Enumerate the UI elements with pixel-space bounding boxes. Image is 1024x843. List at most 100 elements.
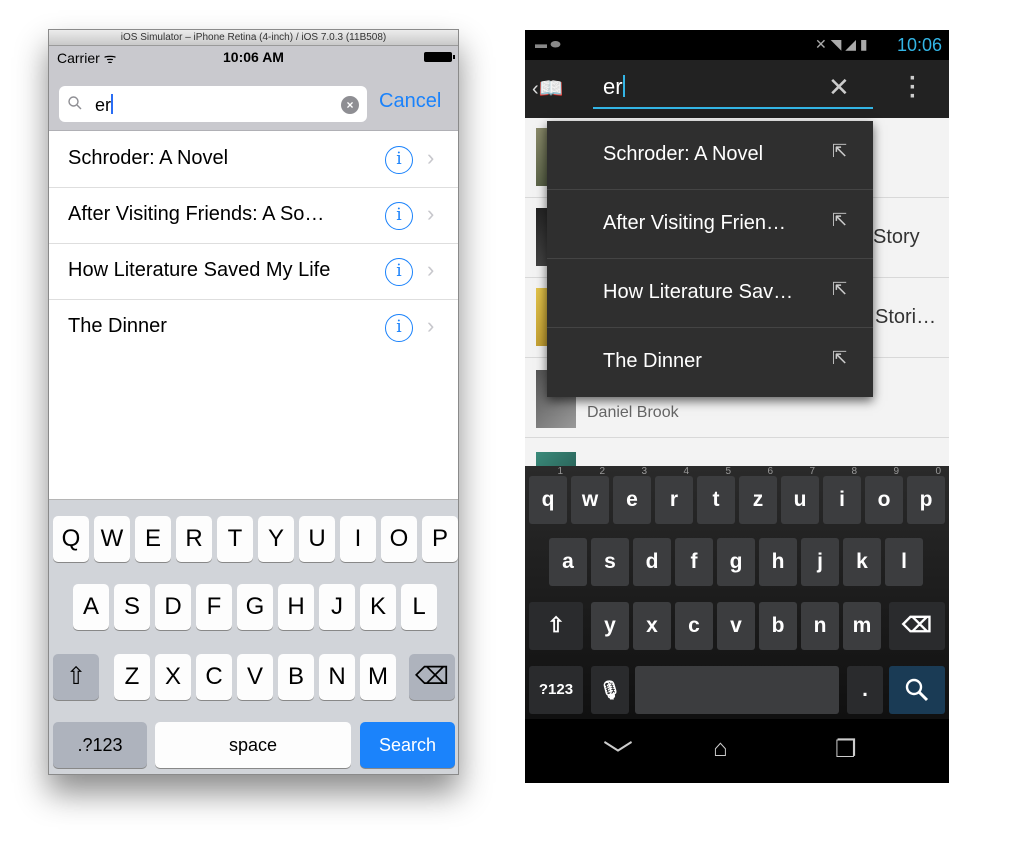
key[interactable]: T bbox=[217, 516, 253, 562]
key[interactable]: Q bbox=[53, 516, 89, 562]
shift-key[interactable]: ⇧ bbox=[53, 654, 99, 700]
key[interactable]: u7 bbox=[781, 466, 819, 524]
arrow-up-left-icon[interactable]: ⇱ bbox=[832, 279, 847, 300]
key[interactable]: A bbox=[73, 584, 109, 630]
home-icon[interactable]: ⌂ bbox=[713, 735, 728, 763]
chevron-right-icon: › bbox=[427, 313, 435, 338]
list-item[interactable]: After Visiting Friends: A So… i › bbox=[49, 188, 458, 244]
key[interactable]: o9 bbox=[865, 466, 903, 524]
key[interactable]: t5 bbox=[697, 466, 735, 524]
key[interactable]: d bbox=[633, 538, 671, 586]
search-input-value: er bbox=[95, 94, 114, 115]
key[interactable]: g bbox=[717, 538, 755, 586]
info-icon[interactable]: i bbox=[385, 146, 413, 174]
key[interactable]: C bbox=[196, 654, 232, 700]
key[interactable]: D bbox=[155, 584, 191, 630]
period-key[interactable]: . bbox=[847, 666, 883, 714]
space-key[interactable]: space bbox=[155, 722, 351, 768]
info-icon[interactable]: i bbox=[385, 258, 413, 286]
info-icon[interactable]: i bbox=[385, 314, 413, 342]
key[interactable]: x bbox=[633, 602, 671, 650]
microphone-icon[interactable]: 🎙 bbox=[591, 666, 629, 714]
key[interactable]: y bbox=[591, 602, 629, 650]
list-item[interactable]: How Literature Saved My Life i › bbox=[49, 244, 458, 300]
key[interactable]: S bbox=[114, 584, 150, 630]
suggestion-item[interactable]: Schroder: A Novel ⇱ bbox=[547, 121, 873, 190]
space-key[interactable] bbox=[635, 666, 839, 714]
search-input[interactable]: er × bbox=[59, 86, 367, 122]
clear-search-icon[interactable]: ✕ bbox=[828, 72, 850, 103]
key[interactable]: z6 bbox=[739, 466, 777, 524]
numbers-key[interactable]: .?123 bbox=[53, 722, 147, 768]
key[interactable]: q1 bbox=[529, 466, 567, 524]
key[interactable]: P bbox=[422, 516, 458, 562]
suggestion-item[interactable]: How Literature Sav… ⇱ bbox=[547, 259, 873, 328]
back-icon[interactable]: ﹀ bbox=[603, 731, 633, 775]
key[interactable]: E bbox=[135, 516, 171, 562]
key[interactable]: w2 bbox=[571, 466, 609, 524]
suggestion-item[interactable]: The Dinner ⇱ bbox=[547, 328, 873, 397]
key[interactable]: J bbox=[319, 584, 355, 630]
delete-key[interactable]: ⌫ bbox=[409, 654, 455, 700]
numbers-key[interactable]: ?123 bbox=[529, 666, 583, 714]
search-input[interactable]: er bbox=[603, 74, 625, 100]
cancel-button[interactable]: Cancel bbox=[379, 90, 441, 113]
clear-search-icon[interactable]: × bbox=[341, 96, 359, 114]
key[interactable]: k bbox=[843, 538, 881, 586]
key[interactable]: f bbox=[675, 538, 713, 586]
shift-key[interactable]: ⇧ bbox=[529, 602, 583, 650]
key[interactable]: e3 bbox=[613, 466, 651, 524]
info-icon[interactable]: i bbox=[385, 202, 413, 230]
status-time: 10:06 AM bbox=[223, 49, 284, 65]
app-book-icon[interactable]: ‹📖 bbox=[532, 76, 564, 101]
key[interactable]: Z bbox=[114, 654, 150, 700]
ios-status-bar: Carrier ᯤ 10:06 AM bbox=[49, 46, 458, 68]
key[interactable]: v bbox=[717, 602, 755, 650]
key[interactable]: i8 bbox=[823, 466, 861, 524]
key[interactable]: m bbox=[843, 602, 881, 650]
key[interactable]: h bbox=[759, 538, 797, 586]
key[interactable]: M bbox=[360, 654, 396, 700]
key[interactable]: n bbox=[801, 602, 839, 650]
search-icon bbox=[905, 678, 929, 702]
key[interactable]: a bbox=[549, 538, 587, 586]
key[interactable]: R bbox=[176, 516, 212, 562]
key[interactable]: V bbox=[237, 654, 273, 700]
key[interactable]: W bbox=[94, 516, 130, 562]
key[interactable]: B bbox=[278, 654, 314, 700]
arrow-up-left-icon[interactable]: ⇱ bbox=[832, 210, 847, 231]
book-author: Daniel Brook bbox=[587, 404, 679, 421]
key[interactable]: j bbox=[801, 538, 839, 586]
key[interactable]: O bbox=[381, 516, 417, 562]
arrow-up-left-icon[interactable]: ⇱ bbox=[832, 348, 847, 369]
list-item[interactable]: Schroder: A Novel i › bbox=[49, 132, 458, 188]
battery-icon bbox=[424, 52, 455, 62]
key[interactable]: l bbox=[885, 538, 923, 586]
key[interactable]: I bbox=[340, 516, 376, 562]
key[interactable]: K bbox=[360, 584, 396, 630]
delete-key[interactable]: ⌫ bbox=[889, 602, 945, 650]
suggestion-label: How Literature Sav… bbox=[603, 281, 794, 303]
key[interactable]: Y bbox=[258, 516, 294, 562]
recent-apps-icon[interactable]: ❐ bbox=[835, 735, 857, 764]
list-item[interactable]: The Dinner i › bbox=[49, 300, 458, 356]
key[interactable]: L bbox=[401, 584, 437, 630]
search-key[interactable]: Search bbox=[360, 722, 455, 768]
key[interactable]: F bbox=[196, 584, 232, 630]
key[interactable]: N bbox=[319, 654, 355, 700]
key[interactable]: X bbox=[155, 654, 191, 700]
key[interactable]: H bbox=[278, 584, 314, 630]
key[interactable]: c bbox=[675, 602, 713, 650]
key[interactable]: b bbox=[759, 602, 797, 650]
key[interactable]: U bbox=[299, 516, 335, 562]
status-time: 10:06 bbox=[896, 35, 942, 55]
key[interactable]: p0 bbox=[907, 466, 945, 524]
key[interactable]: r4 bbox=[655, 466, 693, 524]
overflow-menu-icon[interactable]: · · · bbox=[908, 67, 918, 109]
key[interactable]: G bbox=[237, 584, 273, 630]
result-title: The Dinner bbox=[68, 315, 167, 337]
search-key[interactable] bbox=[889, 666, 945, 714]
key[interactable]: s bbox=[591, 538, 629, 586]
arrow-up-left-icon[interactable]: ⇱ bbox=[832, 141, 847, 162]
suggestion-item[interactable]: After Visiting Frien… ⇱ bbox=[547, 190, 873, 259]
